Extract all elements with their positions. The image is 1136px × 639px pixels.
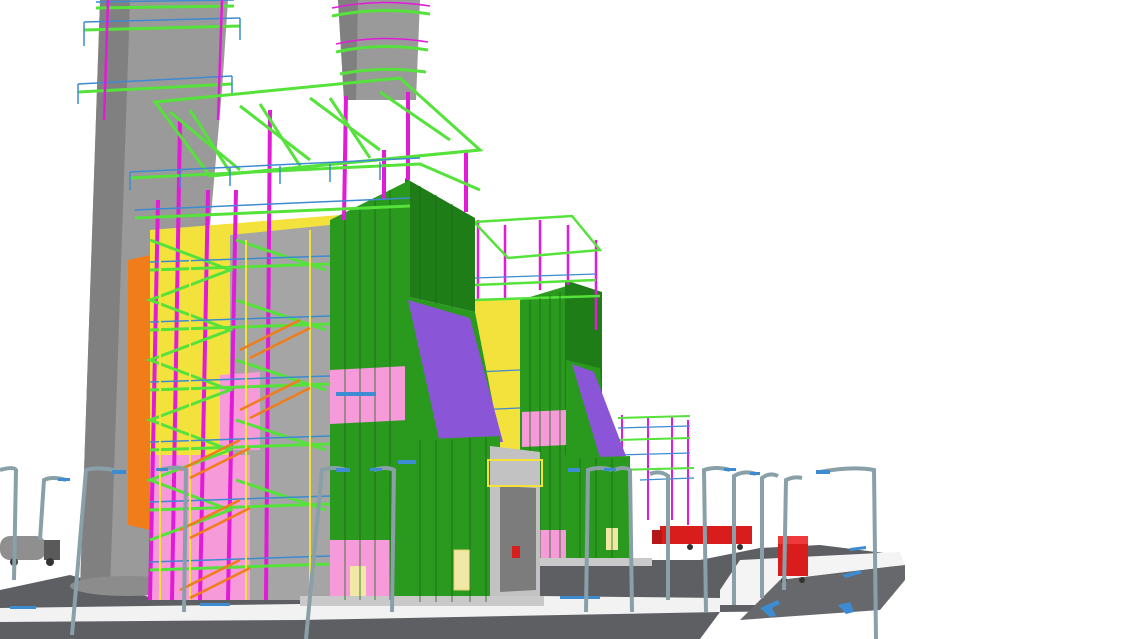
light-head bbox=[58, 478, 70, 481]
light-head bbox=[604, 468, 616, 471]
plant-model-viewport bbox=[0, 0, 905, 639]
road-marking bbox=[560, 596, 600, 599]
middle-rail bbox=[473, 273, 597, 279]
chimney-left-platform bbox=[95, 4, 235, 10]
far-beam bbox=[617, 415, 691, 419]
middle-pink-band bbox=[522, 410, 566, 447]
trailer-wheel bbox=[687, 544, 693, 550]
light-head bbox=[112, 470, 126, 474]
front-foundation bbox=[300, 596, 544, 606]
front-inlet-opening bbox=[500, 486, 536, 592]
light-head bbox=[370, 468, 382, 471]
far-beam bbox=[617, 437, 691, 441]
light-head bbox=[156, 468, 168, 471]
far-rail bbox=[617, 425, 691, 429]
tanker-truck bbox=[0, 536, 60, 566]
front-orange-column bbox=[128, 255, 150, 530]
trailer-cab bbox=[652, 530, 662, 544]
street-light bbox=[0, 466, 19, 581]
blue-stripe bbox=[398, 460, 416, 464]
middle-pink-base bbox=[540, 530, 566, 560]
box-truck-top bbox=[778, 536, 808, 544]
blue-stripe bbox=[336, 392, 376, 396]
trailer-wheel bbox=[737, 544, 743, 550]
middle-roof-beam bbox=[471, 214, 603, 260]
front-door bbox=[453, 549, 471, 591]
light-head bbox=[724, 468, 736, 471]
front-door-small bbox=[350, 566, 366, 596]
tanker-cab bbox=[44, 540, 60, 560]
front-red-panel bbox=[512, 546, 520, 558]
blue-stripe bbox=[568, 468, 580, 472]
street-light bbox=[38, 476, 67, 541]
far-rail bbox=[617, 452, 691, 456]
light-head bbox=[336, 468, 350, 472]
light-head bbox=[750, 472, 760, 475]
light-head bbox=[816, 470, 830, 474]
chimney-right bbox=[331, 0, 431, 100]
road-marking bbox=[200, 603, 230, 606]
tanker-wheel bbox=[46, 558, 54, 566]
middle-foundation bbox=[540, 558, 652, 566]
box-truck-wheel bbox=[799, 577, 805, 583]
road-marking bbox=[10, 606, 36, 609]
